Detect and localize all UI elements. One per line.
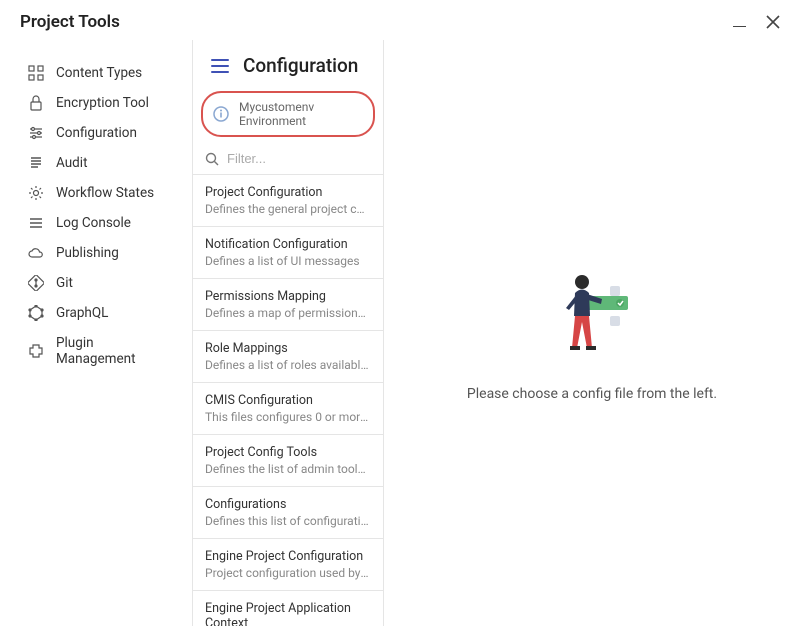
sidebar-item-label: Publishing bbox=[56, 245, 119, 261]
config-panel: Configuration Mycustomenv Environment Pr… bbox=[192, 40, 384, 626]
close-icon bbox=[766, 15, 780, 29]
sidebar-item-publishing[interactable]: Publishing bbox=[0, 238, 192, 268]
config-item-title: Notification Configuration bbox=[205, 237, 371, 252]
minimize-icon bbox=[733, 26, 746, 28]
environment-banner[interactable]: Mycustomenv Environment bbox=[201, 91, 375, 137]
cloud-icon bbox=[28, 245, 44, 261]
config-item-engine-project-application-context[interactable]: Engine Project Application Context Proje… bbox=[193, 591, 383, 626]
config-item-desc: Defines a list of roles available in … bbox=[205, 358, 371, 372]
sidebar-item-log-console[interactable]: Log Console bbox=[0, 208, 192, 238]
config-item-title: Role Mappings bbox=[205, 341, 371, 356]
list-icon bbox=[28, 155, 44, 171]
config-item-title: CMIS Configuration bbox=[205, 393, 371, 408]
sidebar-item-configuration[interactable]: Configuration bbox=[0, 118, 192, 148]
sidebar-item-audit[interactable]: Audit bbox=[0, 148, 192, 178]
sidebar-item-git[interactable]: Git bbox=[0, 268, 192, 298]
titlebar-controls bbox=[733, 13, 780, 31]
content-types-icon bbox=[28, 65, 44, 81]
sidebar-item-label: GraphQL bbox=[56, 305, 108, 321]
config-item-desc: Defines the list of admin tools av… bbox=[205, 462, 371, 476]
plugin-icon bbox=[28, 343, 44, 359]
environment-text: Mycustomenv Environment bbox=[239, 100, 363, 128]
titlebar: Project Tools bbox=[0, 0, 800, 40]
sidebar-item-workflow-states[interactable]: Workflow States bbox=[0, 178, 192, 208]
config-item-title: Permissions Mapping bbox=[205, 289, 371, 304]
sidebar-item-content-types[interactable]: Content Types bbox=[0, 58, 192, 88]
sidebar-item-label: Plugin Management bbox=[56, 335, 172, 367]
menu-button[interactable] bbox=[211, 59, 229, 73]
sidebar-item-graphql[interactable]: GraphQL bbox=[0, 298, 192, 328]
config-item-notification-configuration[interactable]: Notification Configuration Defines a lis… bbox=[193, 227, 383, 279]
config-item-desc: Project configuration used by Cra… bbox=[205, 566, 371, 580]
empty-state-text: Please choose a config file from the lef… bbox=[467, 386, 717, 402]
config-panel-header: Configuration bbox=[193, 40, 383, 91]
sidebar-item-encryption-tool[interactable]: Encryption Tool bbox=[0, 88, 192, 118]
config-item-title: Project Configuration bbox=[205, 185, 371, 200]
filter-input[interactable] bbox=[227, 151, 384, 166]
sidebar-item-label: Workflow States bbox=[56, 185, 154, 201]
close-button[interactable] bbox=[766, 15, 780, 29]
config-panel-title: Configuration bbox=[243, 54, 358, 77]
config-item-engine-project-configuration[interactable]: Engine Project Configuration Project con… bbox=[193, 539, 383, 591]
hamburger-icon bbox=[211, 59, 229, 73]
config-item-project-configuration[interactable]: Project Configuration Defines the genera… bbox=[193, 175, 383, 227]
sidebar-item-label: Git bbox=[56, 275, 73, 291]
config-item-desc: Defines this list of configurations bbox=[205, 514, 371, 528]
minimize-button[interactable] bbox=[733, 13, 746, 31]
config-item-title: Engine Project Configuration bbox=[205, 549, 371, 564]
sidebar-item-label: Audit bbox=[56, 155, 88, 171]
sliders-icon bbox=[28, 125, 44, 141]
lines-icon bbox=[28, 215, 44, 231]
config-item-title: Configurations bbox=[205, 497, 371, 512]
info-icon bbox=[213, 106, 229, 122]
sidebar-item-plugin-management[interactable]: Plugin Management bbox=[0, 328, 192, 374]
git-icon bbox=[28, 275, 44, 291]
detail-panel: Please choose a config file from the lef… bbox=[384, 40, 800, 626]
empty-illustration bbox=[542, 264, 642, 364]
config-item-desc: Defines a list of UI messages bbox=[205, 254, 371, 268]
config-item-permissions-mapping[interactable]: Permissions Mapping Defines a map of per… bbox=[193, 279, 383, 331]
config-item-title: Project Config Tools bbox=[205, 445, 371, 460]
config-item-project-config-tools[interactable]: Project Config Tools Defines the list of… bbox=[193, 435, 383, 487]
search-icon bbox=[205, 152, 219, 166]
config-item-cmis-configuration[interactable]: CMIS Configuration This files configures… bbox=[193, 383, 383, 435]
config-item-role-mappings[interactable]: Role Mappings Defines a list of roles av… bbox=[193, 331, 383, 383]
sidebar-item-label: Content Types bbox=[56, 65, 142, 81]
lock-icon bbox=[28, 95, 44, 111]
config-item-desc: Defines a map of permissions an… bbox=[205, 306, 371, 320]
config-item-configurations[interactable]: Configurations Defines this list of conf… bbox=[193, 487, 383, 539]
sidebar-item-label: Configuration bbox=[56, 125, 137, 141]
config-list: Project Configuration Defines the genera… bbox=[193, 175, 383, 626]
config-item-title: Engine Project Application Context bbox=[205, 601, 371, 626]
graphql-icon bbox=[28, 305, 44, 321]
window-title: Project Tools bbox=[20, 12, 120, 32]
config-item-desc: This files configures 0 or more CM… bbox=[205, 410, 371, 424]
sidebar-item-label: Log Console bbox=[56, 215, 131, 231]
sidebar-item-label: Encryption Tool bbox=[56, 95, 149, 111]
filter-row bbox=[193, 145, 383, 175]
sidebar: Content Types Encryption Tool Configurat… bbox=[0, 40, 192, 626]
config-item-desc: Defines the general project confi… bbox=[205, 202, 371, 216]
gear-icon bbox=[28, 185, 44, 201]
